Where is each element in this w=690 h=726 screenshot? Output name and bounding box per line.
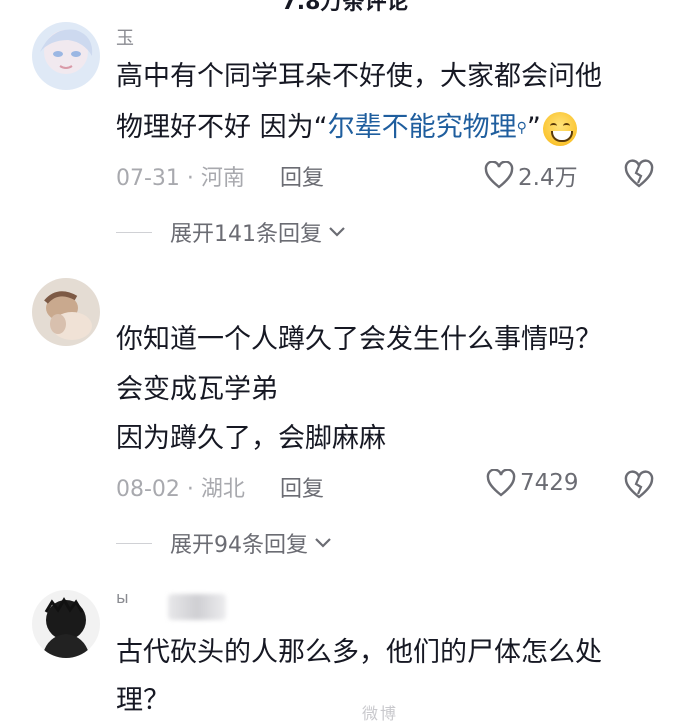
blurred-username [168, 594, 226, 620]
comment-date-location: 07-31 · 河南 [116, 166, 245, 191]
watermark: 微博 [361, 704, 398, 723]
broken-heart-icon[interactable] [624, 470, 654, 500]
search-icon[interactable]: ⚲ [517, 120, 527, 136]
comment-text-segment: 物理好不好 因为 [116, 112, 314, 143]
like-count: 7429 [520, 470, 579, 496]
comment-date-location: 08-02 · 湖北 [116, 477, 245, 502]
close-quote: ” [526, 112, 541, 143]
username[interactable]: 玉 [116, 24, 134, 50]
like-count: 2.4万 [518, 165, 578, 191]
username[interactable]: ы [116, 588, 129, 607]
search-link[interactable]: 尔辈不能究物理 [328, 112, 517, 143]
comment-text-line: 因为蹲久了，会脚麻麻 [116, 423, 386, 454]
comment-text-line: 理？ [116, 685, 170, 716]
reply-button[interactable]: 回复 [280, 160, 324, 192]
expand-replies-label: 展开94条回复 [170, 533, 308, 558]
comment-text-line: 古代砍头的人那么多，他们的尸体怎么处 [116, 637, 602, 668]
open-quote: “ [313, 112, 328, 143]
expand-replies-button[interactable]: 展开141条回复 [116, 216, 346, 248]
heart-outline-icon [486, 469, 516, 497]
comment-text-line: 高中有个同学耳朵不好使，大家都会问他 [116, 61, 602, 92]
expand-replies-label: 展开141条回复 [170, 222, 322, 247]
broken-heart-icon[interactable] [624, 159, 654, 189]
comment-text-line: 物理好不好 因为“尔辈不能究物理⚲” [116, 111, 577, 146]
avatar[interactable] [32, 278, 100, 346]
like-button[interactable]: 7429 [486, 469, 579, 497]
divider [116, 542, 152, 544]
grinning-sweat-emoji-icon [542, 111, 577, 146]
like-button[interactable]: 2.4万 [484, 158, 578, 192]
avatar[interactable] [32, 590, 100, 658]
chevron-down-icon [315, 538, 331, 548]
avatar[interactable] [32, 22, 100, 90]
heart-outline-icon [484, 161, 514, 189]
chevron-down-icon [329, 227, 345, 237]
divider [116, 231, 152, 233]
comment-text-line: 会变成瓦学弟 [116, 374, 278, 405]
comment-count-header: 7.8万条评论 [281, 0, 409, 15]
comment-text-line: 你知道一个人蹲久了会发生什么事情吗？ [116, 324, 602, 355]
expand-replies-button[interactable]: 展开94条回复 [116, 527, 332, 559]
reply-button[interactable]: 回复 [280, 471, 324, 503]
